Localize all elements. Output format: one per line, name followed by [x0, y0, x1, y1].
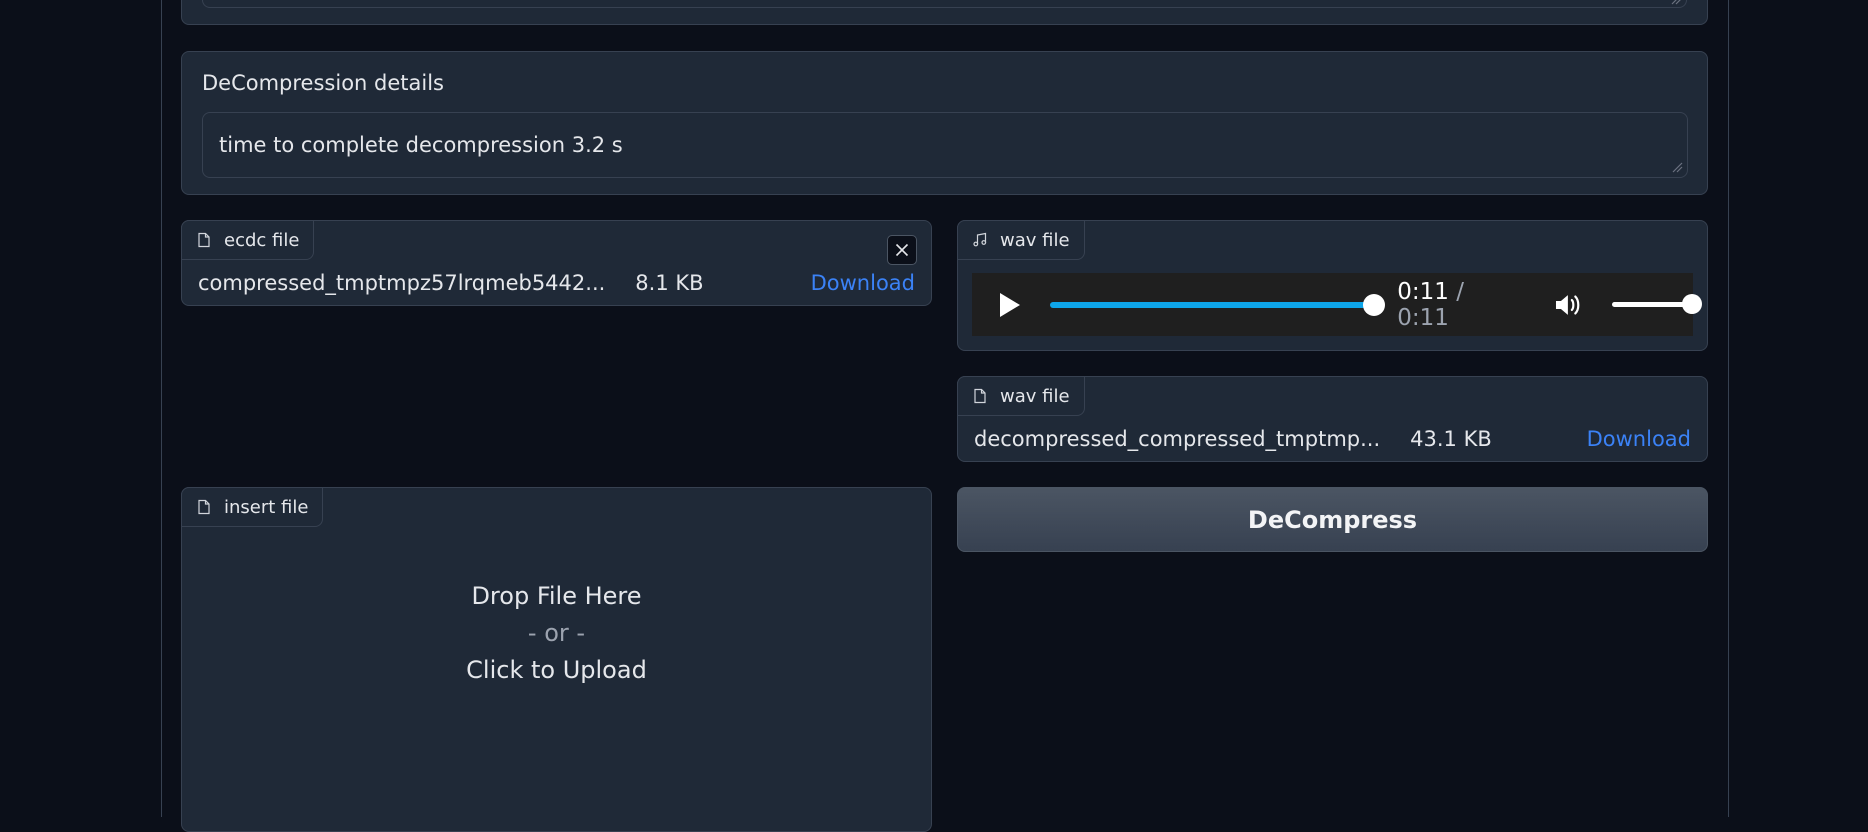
audio-player: 0:11 / 0:11	[972, 273, 1702, 336]
ecdc-file-download-link[interactable]: Download	[811, 271, 915, 295]
volume-slider[interactable]	[1611, 294, 1702, 314]
decompression-details-value: time to complete decompression 3.2 s	[219, 133, 623, 157]
previous-textbox-block	[181, 0, 1708, 25]
ecdc-file-size: 8.1 KB	[635, 271, 704, 295]
wav-file-tag-label: wav file	[1000, 385, 1070, 407]
insert-file-block[interactable]: insert file Drop File Here - or - Click …	[181, 487, 932, 832]
audio-progress-thumb[interactable]	[1363, 293, 1386, 316]
drop-file-text: Drop File Here	[471, 582, 642, 610]
wav-file-name: decompressed_compressed_tmptmp...	[974, 427, 1381, 451]
decompression-details-label: DeCompression details	[202, 71, 444, 95]
ecdc-file-tag: ecdc file	[181, 220, 315, 260]
wav-audio-tag: wav file	[957, 220, 1085, 260]
resize-grip-icon[interactable]	[1670, 0, 1682, 5]
wav-file-size: 43.1 KB	[1410, 427, 1492, 451]
file-icon	[974, 388, 986, 404]
wav-audio-tag-label: wav file	[1000, 229, 1070, 251]
audio-current-time: 0:11	[1397, 278, 1449, 305]
music-icon	[973, 232, 987, 247]
wav-audio-block: wav file 0:11 / 0:11	[957, 220, 1708, 351]
decompression-details-textbox[interactable]: time to complete decompression 3.2 s	[202, 112, 1688, 178]
resize-grip-icon[interactable]	[1671, 161, 1683, 173]
volume-icon[interactable]	[1554, 293, 1582, 317]
file-icon	[198, 232, 210, 248]
click-to-upload-text: Click to Upload	[466, 656, 647, 685]
file-drop-zone[interactable]: Drop File Here - or - Click to Upload	[182, 488, 931, 815]
ecdc-file-row: compressed_tmptmpz57lrqmeb5442... 8.1 KB…	[198, 271, 915, 295]
audio-duration: 0:11	[1397, 304, 1449, 331]
audio-time-separator: /	[1456, 278, 1464, 305]
clear-file-button[interactable]	[887, 235, 917, 265]
ecdc-file-tag-label: ecdc file	[224, 229, 300, 251]
previous-textbox[interactable]	[202, 0, 1687, 8]
ecdc-file-block: ecdc file compressed_tmptmpz57lrqmeb5442…	[181, 220, 932, 306]
wav-file-download-link[interactable]: Download	[1587, 427, 1691, 451]
close-icon	[895, 243, 909, 257]
decompression-details-block: DeCompression details time to complete d…	[181, 51, 1708, 195]
wav-file-row: decompressed_compressed_tmptmp... 43.1 K…	[974, 427, 1691, 451]
decompress-button[interactable]: DeCompress	[957, 487, 1708, 552]
ecdc-file-name: compressed_tmptmpz57lrqmeb5442...	[198, 271, 606, 295]
wav-file-block: wav file decompressed_compressed_tmptmp.…	[957, 376, 1708, 462]
or-text: - or -	[527, 619, 586, 648]
play-icon[interactable]	[1000, 292, 1020, 317]
audio-progress-slider[interactable]	[1050, 293, 1386, 316]
volume-thumb[interactable]	[1682, 294, 1702, 314]
audio-time: 0:11 / 0:11	[1397, 279, 1522, 331]
wav-file-tag: wav file	[957, 376, 1085, 416]
